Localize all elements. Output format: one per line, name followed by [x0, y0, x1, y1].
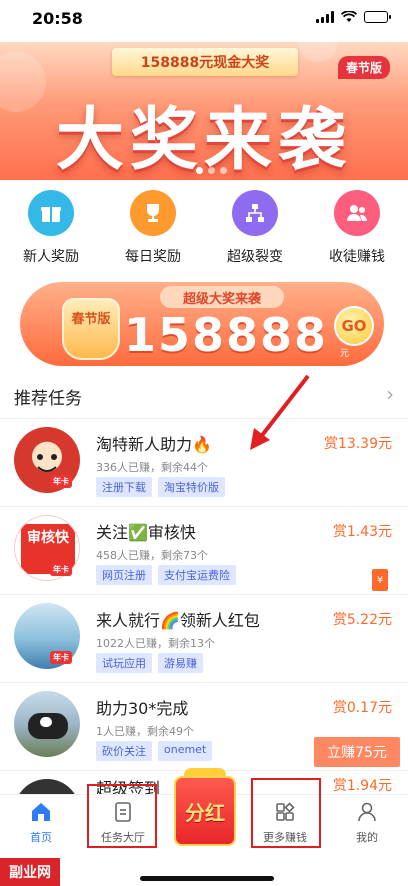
banner-title: 大奖来袭	[55, 101, 352, 180]
gift-icon	[28, 190, 74, 236]
quick-action-daily-reward[interactable]: 每日奖励	[108, 186, 198, 274]
quick-action-label: 新人奖励	[23, 249, 79, 265]
promo-amount: 158888	[124, 308, 329, 362]
carousel-dots	[196, 167, 227, 174]
task-meta: 1022人已赚，剩余13个	[96, 637, 215, 650]
promo-go-button[interactable]: GO	[334, 306, 374, 346]
task-row[interactable]: 年卡 淘特新人助力🔥 336人已赚，剩余44个 注册下载 淘宝特价版 赏13.3…	[0, 418, 408, 506]
highlight-box-more-earn	[251, 778, 321, 848]
task-tags: 试玩应用 游易赚	[96, 653, 203, 673]
quick-action-super-fission[interactable]: 超级裂变	[210, 186, 300, 274]
task-title: 淘特新人助力🔥	[96, 435, 212, 454]
user-icon	[358, 802, 376, 822]
task-tags: 注册下载 淘宝特价版	[96, 477, 225, 497]
badge-icon: 年卡	[50, 475, 72, 488]
quick-action-recruit-earn[interactable]: 收徒赚钱	[312, 186, 402, 274]
task-title: 来人就行🌈领新人红包	[96, 611, 260, 630]
task-row[interactable]: 审核快 年卡 关注✅审核快 458人已赚，剩余73个 网页注册 支付宝运费险 赏…	[0, 506, 408, 594]
coupon-icon[interactable]: ¥	[372, 569, 388, 591]
task-tag: 试玩应用	[96, 653, 152, 673]
quick-action-label: 每日奖励	[125, 249, 181, 265]
task-title: 关注✅审核快	[96, 523, 196, 542]
tab-label: 我的	[356, 831, 378, 844]
task-tags: 网页注册 支付宝运费险	[96, 565, 236, 585]
task-reward: 赏13.39元	[323, 436, 392, 452]
highlight-box-task-hall	[87, 784, 157, 848]
signal-icon	[316, 11, 334, 23]
status-bar: 20:58	[0, 0, 408, 40]
annotation-arrow-icon	[250, 374, 310, 450]
status-time: 20:58	[32, 9, 83, 28]
tab-dividend[interactable]: 分红	[174, 776, 236, 846]
wifi-icon	[341, 11, 357, 22]
banner-carousel[interactable]: 158888元现金大奖 春节版 大奖来袭	[0, 42, 408, 180]
task-meta: 336人已赚，剩余44个	[96, 461, 208, 474]
task-title: 助力30*完成	[96, 699, 189, 718]
task-row[interactable]: 助力30*完成 1人已赚，剩余49个 砍价关注 onemet 赏0.17元 立赚…	[0, 682, 408, 770]
task-avatar	[14, 691, 80, 757]
promo-jar: 春节版	[62, 298, 120, 360]
status-icons	[316, 11, 391, 23]
home-icon	[32, 803, 50, 821]
trophy-icon	[130, 190, 176, 236]
task-reward: 赏1.94元	[332, 778, 392, 794]
quick-action-label: 收徒赚钱	[329, 249, 385, 265]
task-meta: 1人已赚，剩余49个	[96, 725, 194, 738]
task-meta: 458人已赚，剩余73个	[96, 549, 208, 562]
task-tags: 砍价关注 onemet	[96, 741, 213, 761]
task-tag: 淘宝特价版	[158, 477, 225, 497]
promo-header: 超级大奖来袭	[160, 286, 284, 308]
banner-ribbon: 158888元现金大奖	[112, 48, 298, 76]
task-tag: 支付宝运费险	[158, 565, 236, 585]
task-tag: onemet	[158, 741, 213, 761]
task-row[interactable]: 年卡 来人就行🌈领新人红包 1022人已赚，剩余13个 试玩应用 游易赚 赏5.…	[0, 594, 408, 682]
chevron-right-icon[interactable]: ›	[386, 382, 394, 406]
task-reward: 赏5.22元	[332, 612, 392, 628]
badge-icon: 年卡	[50, 563, 72, 576]
task-reward: 赏0.17元	[332, 700, 392, 716]
task-tag: 网页注册	[96, 565, 152, 585]
task-tag: 游易赚	[158, 653, 203, 673]
users-icon	[334, 190, 380, 236]
tab-home[interactable]: 首页	[6, 801, 76, 845]
tab-label: 首页	[30, 831, 52, 844]
section-header: 推荐任务 ›	[0, 380, 408, 412]
task-avatar	[14, 779, 80, 794]
battery-icon	[364, 11, 391, 23]
task-tag: 砍价关注	[96, 741, 152, 761]
quick-action-new-user-reward[interactable]: 新人奖励	[6, 186, 96, 274]
task-tag: 注册下载	[96, 477, 152, 497]
tab-mine[interactable]: 我的	[332, 801, 402, 845]
earn-now-button[interactable]: 立赚75元	[314, 737, 400, 767]
badge-icon: 年卡	[50, 651, 72, 664]
network-icon	[232, 190, 278, 236]
quick-action-label: 超级裂变	[227, 249, 283, 265]
watermark-logo: 副业网	[0, 858, 60, 886]
promo-unit: 元	[340, 349, 350, 359]
quick-actions: 新人奖励 每日奖励 超级裂变 收徒赚钱	[0, 186, 408, 274]
promo-banner[interactable]: 超级大奖来袭 春节版 158888 元 GO	[20, 282, 384, 366]
home-indicator	[140, 876, 274, 881]
task-reward: 赏1.43元	[332, 524, 392, 540]
banner-tag: 春节版	[337, 56, 390, 79]
section-title: 推荐任务	[14, 389, 82, 409]
